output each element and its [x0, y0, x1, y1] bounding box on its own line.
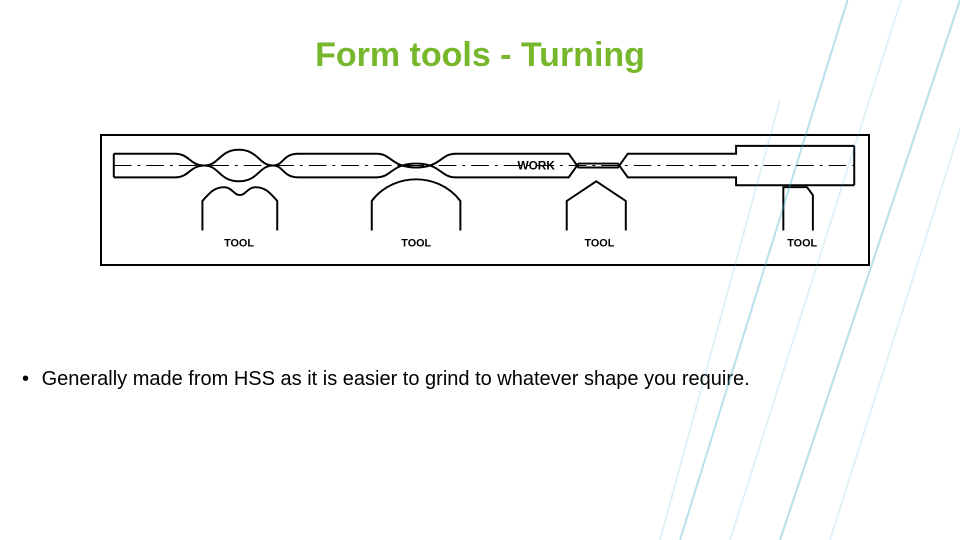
work-label: WORK: [517, 158, 555, 172]
bullet-item: • Generally made from HSS as it is easie…: [22, 368, 750, 391]
bullet-text: Generally made from HSS as it is easier …: [42, 368, 750, 390]
tool-label-2: TOOL: [401, 237, 431, 249]
form-tools-diagram: WORK TOOL TOOL TOOL TOOL: [100, 134, 870, 266]
diagram-svg: WORK TOOL TOOL TOOL TOOL: [102, 136, 868, 264]
tool-label-1: TOOL: [224, 237, 254, 249]
decorative-lines: [620, 0, 960, 540]
slide: Form tools - Turning WORK: [0, 0, 960, 540]
tool-label-3: TOOL: [584, 237, 614, 249]
tool-label-4: TOOL: [787, 237, 817, 249]
bullet-marker: •: [22, 368, 36, 391]
slide-title: Form tools - Turning: [0, 36, 960, 75]
